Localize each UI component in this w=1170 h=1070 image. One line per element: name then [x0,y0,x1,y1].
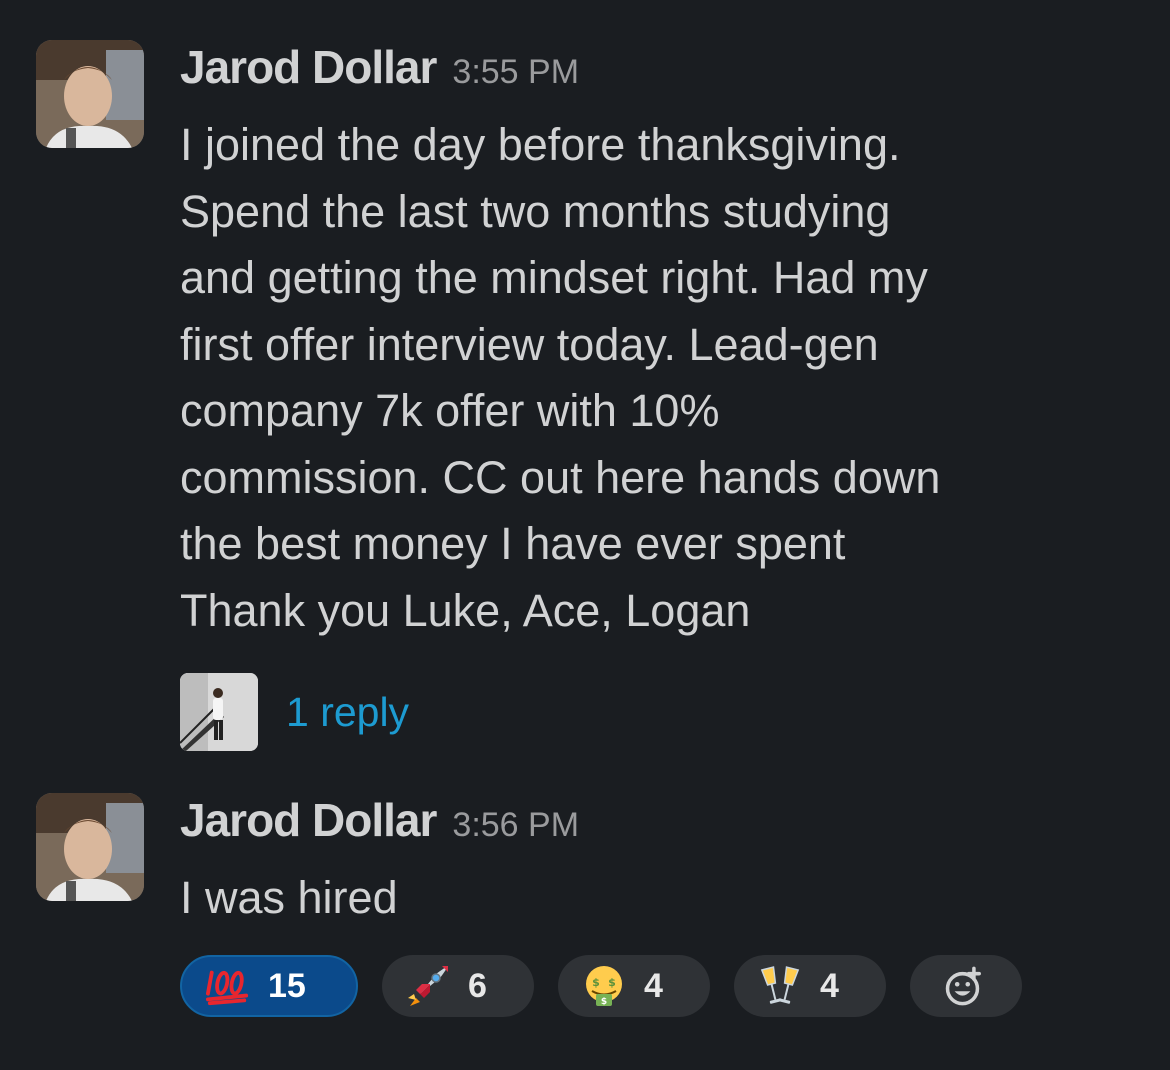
message-line: Thank you Luke, Ace, Logan [180,584,751,636]
clinking-glasses-icon [758,964,802,1008]
message-line: first offer interview today. Lead-gen [180,318,879,370]
message-line: the best money I have ever spent [180,518,846,569]
reaction-rocket[interactable]: 6 [382,955,534,1017]
avatar[interactable] [36,793,144,901]
hundred-points-icon [206,964,250,1008]
add-reaction-icon [944,964,988,1008]
reaction-count: 6 [468,966,487,1005]
rocket-icon [406,964,450,1008]
reaction-money-mouth[interactable]: $ $ $ 4 [558,955,710,1017]
message-author[interactable]: Jarod Dollar [180,793,437,847]
reaction-count: 15 [268,966,306,1005]
message-line: company 7k offer with 10% [180,385,720,436]
reply-avatar [180,673,258,751]
svg-text:$: $ [608,976,616,989]
money-mouth-face-icon: $ $ $ [582,964,626,1008]
message-line: Spend the last two months studying [180,185,891,237]
reaction-clinking-glasses[interactable]: 4 [734,955,886,1017]
reaction-hundred[interactable]: 15 [180,955,358,1017]
message-text: I joined the day before thanksgiving. Sp… [180,112,1140,644]
reaction-count: 4 [644,966,663,1005]
svg-text:$: $ [592,976,600,989]
message-timestamp[interactable]: 3:56 PM [452,806,579,845]
message-text: I was hired [180,865,1140,932]
svg-text:$: $ [601,997,607,1007]
message-line: commission. CC out here hands down [180,451,941,503]
message-line: I was hired [180,872,398,923]
message-author[interactable]: Jarod Dollar [180,40,437,94]
reaction-bar: 15 6 $ $ $ 4 4 [180,955,1046,1017]
thread-reply-link[interactable]: 1 reply [286,689,409,736]
thread-summary[interactable]: 1 reply [180,672,1140,752]
avatar[interactable] [36,40,144,148]
message-line: I joined the day before thanksgiving. [180,119,901,170]
message-line: and getting the mindset right. Had my [180,252,928,303]
message-timestamp[interactable]: 3:55 PM [452,53,579,92]
reaction-count: 4 [820,966,839,1005]
add-reaction-button[interactable] [910,955,1022,1017]
